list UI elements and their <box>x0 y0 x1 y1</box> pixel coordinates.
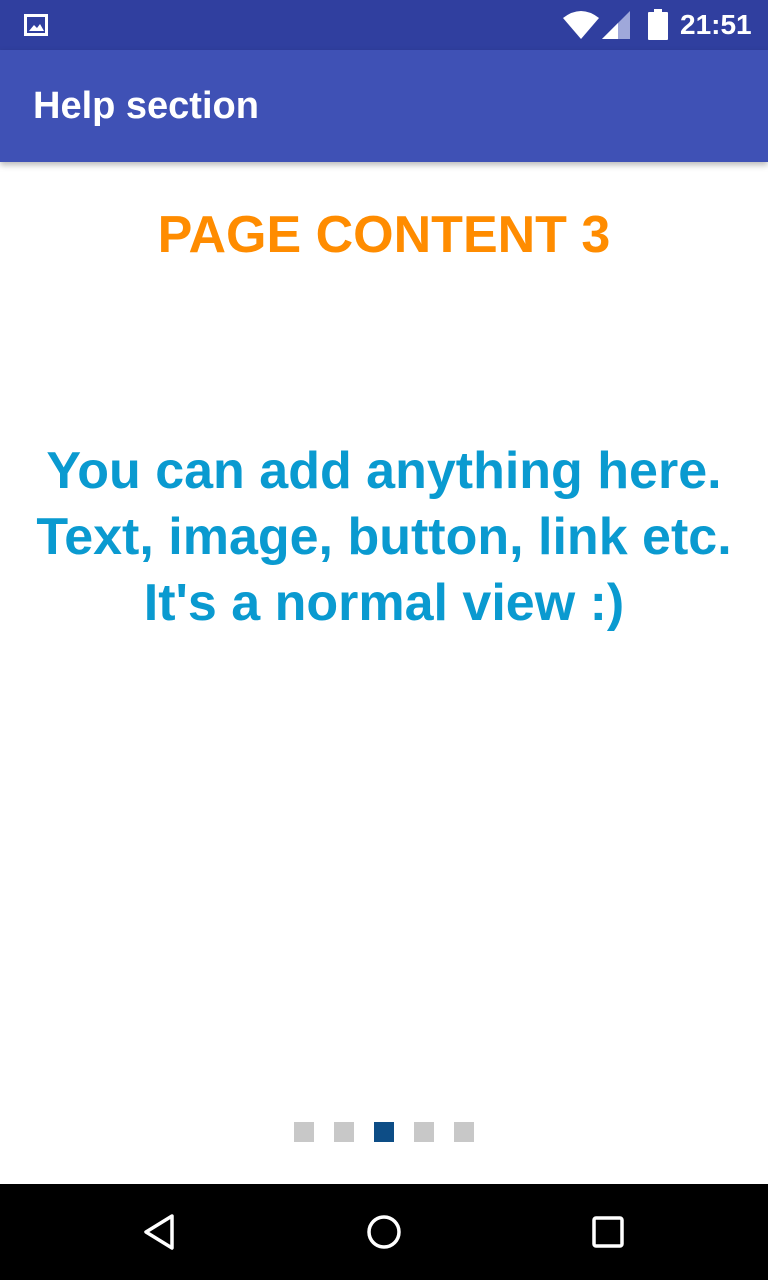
battery-icon <box>648 9 668 40</box>
app-bar: Help section <box>0 50 768 162</box>
back-icon[interactable] <box>140 1212 180 1252</box>
page-indicator-dot-1[interactable] <box>294 1122 314 1142</box>
page-body-text: You can add anything here. Text, image, … <box>36 442 732 632</box>
status-time: 21:51 <box>680 9 752 40</box>
page-heading: PAGE CONTENT 3 <box>157 206 611 264</box>
page-indicator-dot-5[interactable] <box>454 1122 474 1142</box>
page-indicator-dot-2[interactable] <box>334 1122 354 1142</box>
app-bar-title: Help section <box>33 85 259 127</box>
recents-icon[interactable] <box>588 1212 628 1252</box>
page-indicator-dot-4[interactable] <box>414 1122 434 1142</box>
signal-icon <box>602 11 630 39</box>
wifi-icon <box>563 11 599 39</box>
navigation-bar <box>0 1184 768 1280</box>
home-icon[interactable] <box>364 1212 404 1252</box>
gallery-icon <box>24 14 48 36</box>
help-screen: 21:51 Help section PAGE CONTENT 3 You ca… <box>0 0 768 1280</box>
status-bar: 21:51 <box>0 0 768 50</box>
page-indicator <box>294 1122 474 1142</box>
page-indicator-dot-3-active[interactable] <box>374 1122 394 1142</box>
